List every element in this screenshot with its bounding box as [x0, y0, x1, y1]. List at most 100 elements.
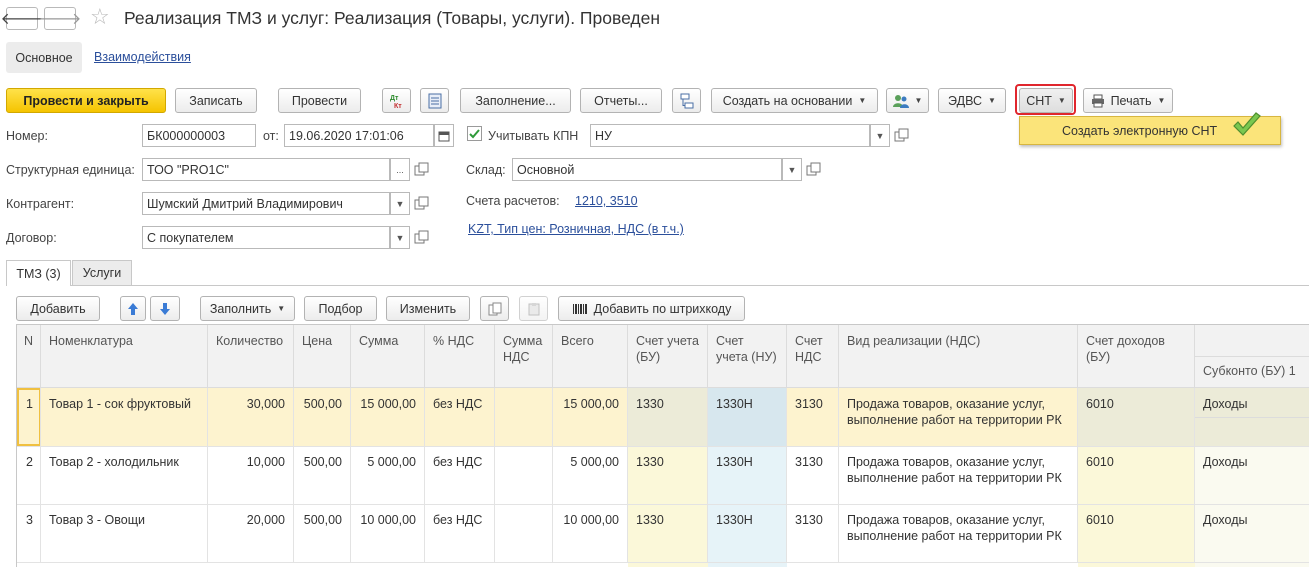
post-button[interactable]: Провести — [278, 88, 361, 113]
cell-price[interactable]: 500,00 — [294, 388, 351, 446]
post-and-close-button[interactable]: Провести и закрыть — [6, 88, 166, 113]
cell-sale-type[interactable]: Продажа товаров, оказание услуг, выполнен… — [839, 446, 1078, 504]
cell-vat-rate[interactable]: без НДС — [425, 504, 495, 562]
cell-vat-rate[interactable]: без НДС — [425, 388, 495, 446]
cell-sum[interactable]: 15 000,00 — [351, 388, 425, 446]
col-vat-account[interactable]: Счет НДС — [787, 325, 839, 388]
tab-services[interactable]: Услуги — [72, 260, 132, 286]
goods-table[interactable]: N Номенклатура Количество Цена Сумма % Н… — [16, 324, 1309, 567]
col-sale-type[interactable]: Вид реализации (НДС) — [839, 325, 1078, 388]
col-quantity[interactable]: Количество — [208, 325, 294, 388]
kpn-field[interactable]: НУ — [590, 124, 870, 147]
unit-field[interactable]: ТОО "PRO1C" — [142, 158, 390, 181]
change-button[interactable]: Изменить — [386, 296, 470, 321]
cell-subconto-1[interactable]: Доходы — [1195, 446, 1309, 504]
cell-sum[interactable]: 5 000,00 — [351, 446, 425, 504]
open-icon[interactable] — [414, 230, 430, 246]
cell-income-account[interactable]: 6010 — [1078, 504, 1195, 562]
edvs-button[interactable]: ЭДВС ▼ — [938, 88, 1006, 113]
add-by-barcode-button[interactable]: Добавить по штрихкоду — [558, 296, 745, 321]
selection-button[interactable]: Подбор — [304, 296, 377, 321]
print-button[interactable]: Печать ▼ — [1083, 88, 1173, 113]
contract-dropdown-button[interactable]: ▼ — [390, 226, 410, 249]
cell-total[interactable]: 15 000,00 — [553, 388, 628, 446]
warehouse-dropdown-button[interactable]: ▼ — [782, 158, 802, 181]
cell-quantity[interactable]: 30,000 — [208, 388, 294, 446]
open-icon[interactable] — [414, 196, 430, 212]
col-price[interactable]: Цена — [294, 325, 351, 388]
back-button[interactable]: 🡐 — [1, 7, 43, 30]
cell-vat-account[interactable]: 3130 — [787, 446, 839, 504]
col-n[interactable]: N — [17, 325, 41, 388]
contract-field[interactable]: С покупателем — [142, 226, 390, 249]
col-total[interactable]: Всего — [553, 325, 628, 388]
cell-vat-account[interactable]: 3130 — [787, 504, 839, 562]
col-vat-sum[interactable]: Сумма НДС — [495, 325, 553, 388]
warehouse-field[interactable]: Основной — [512, 158, 782, 181]
snt-button[interactable]: СНТ ▼ — [1019, 88, 1073, 113]
users-button[interactable]: ▼ — [886, 88, 929, 113]
tab-tmz[interactable]: ТМЗ (3) — [6, 260, 71, 286]
date-field[interactable]: 19.06.2020 17:01:06 — [284, 124, 434, 147]
cell-account-nu[interactable]: 1330Н — [708, 446, 787, 504]
cell-account-bu[interactable]: 1330 — [628, 388, 708, 446]
fill-menu-button[interactable]: Заполнение... — [460, 88, 571, 113]
col-sum[interactable]: Сумма — [351, 325, 425, 388]
cell-quantity[interactable]: 20,000 — [208, 504, 294, 562]
cell-total[interactable]: 10 000,00 — [553, 504, 628, 562]
accounts-link[interactable]: 1210, 3510 — [575, 194, 638, 208]
col-account-nu[interactable]: Счет учета (НУ) — [708, 325, 787, 388]
cell-price[interactable]: 500,00 — [294, 446, 351, 504]
cell-quantity[interactable]: 10,000 — [208, 446, 294, 504]
cell-sale-type[interactable]: Продажа товаров, оказание услуг, выполнен… — [839, 504, 1078, 562]
cell-nomenclature[interactable]: Товар 3 - Овощи — [41, 504, 208, 562]
open-icon[interactable] — [414, 162, 430, 178]
cell-account-bu[interactable]: 1330 — [628, 446, 708, 504]
fill-table-button[interactable]: Заполнить ▼ — [200, 296, 295, 321]
cell-sum[interactable]: 10 000,00 — [351, 504, 425, 562]
structure-button[interactable] — [420, 88, 449, 113]
col-vat-rate[interactable]: % НДС — [425, 325, 495, 388]
counterparty-field[interactable]: Шумский Дмитрий Владимирович — [142, 192, 390, 215]
dt-kt-button[interactable]: Дт Кт — [382, 88, 411, 113]
counterparty-dropdown-button[interactable]: ▼ — [390, 192, 410, 215]
favorite-star-icon[interactable]: ☆ — [90, 4, 110, 30]
structure-subordination-button[interactable] — [672, 88, 701, 113]
price-type-link[interactable]: KZT, Тип цен: Розничная, НДС (в т.ч.) — [468, 222, 684, 236]
calendar-button[interactable] — [434, 124, 454, 147]
move-up-button[interactable] — [120, 296, 146, 321]
cell-account-nu[interactable]: 1330Н — [708, 388, 787, 446]
create-electronic-snt-item[interactable]: Создать электронную СНТ — [1062, 124, 1217, 138]
cell-account-bu[interactable]: 1330 — [628, 504, 708, 562]
unit-select-button[interactable]: ... — [390, 158, 410, 181]
paste-row-button[interactable] — [519, 296, 548, 321]
open-icon[interactable] — [894, 128, 910, 144]
cell-subconto-1[interactable]: Доходы — [1195, 388, 1309, 417]
col-nomenclature[interactable]: Номенклатура — [41, 325, 208, 388]
cell-total[interactable]: 5 000,00 — [553, 446, 628, 504]
cell-nomenclature[interactable]: Товар 2 - холодильник — [41, 446, 208, 504]
kpn-dropdown-button[interactable]: ▼ — [870, 124, 890, 147]
cell-vat-sum[interactable] — [495, 504, 553, 562]
cell-vat-account[interactable]: 3130 — [787, 388, 839, 446]
create-based-on-button[interactable]: Создать на основании ▼ — [711, 88, 878, 113]
cell-vat-sum[interactable] — [495, 388, 553, 446]
tab-main[interactable]: Основное — [6, 42, 82, 73]
open-icon[interactable] — [806, 162, 822, 178]
tab-interactions[interactable]: Взаимодействия — [94, 50, 191, 64]
cell-price[interactable]: 500,00 — [294, 504, 351, 562]
cell-nomenclature[interactable]: Товар 1 - сок фруктовый — [41, 388, 208, 446]
number-field[interactable]: БК000000003 — [142, 124, 256, 147]
copy-row-button[interactable] — [480, 296, 509, 321]
kpn-checkbox[interactable] — [467, 126, 482, 141]
cell-vat-rate[interactable]: без НДС — [425, 446, 495, 504]
move-down-button[interactable] — [150, 296, 180, 321]
add-row-button[interactable]: Добавить — [16, 296, 100, 321]
cell-account-nu[interactable]: 1330Н — [708, 504, 787, 562]
cell-income-account[interactable]: 6010 — [1078, 446, 1195, 504]
col-income-account[interactable]: Счет доходов (БУ) — [1078, 325, 1195, 388]
col-account-bu[interactable]: Счет учета (БУ) — [628, 325, 708, 388]
cell-vat-sum[interactable] — [495, 446, 553, 504]
write-button[interactable]: Записать — [175, 88, 257, 113]
cell-income-account[interactable]: 6010 — [1078, 388, 1195, 446]
